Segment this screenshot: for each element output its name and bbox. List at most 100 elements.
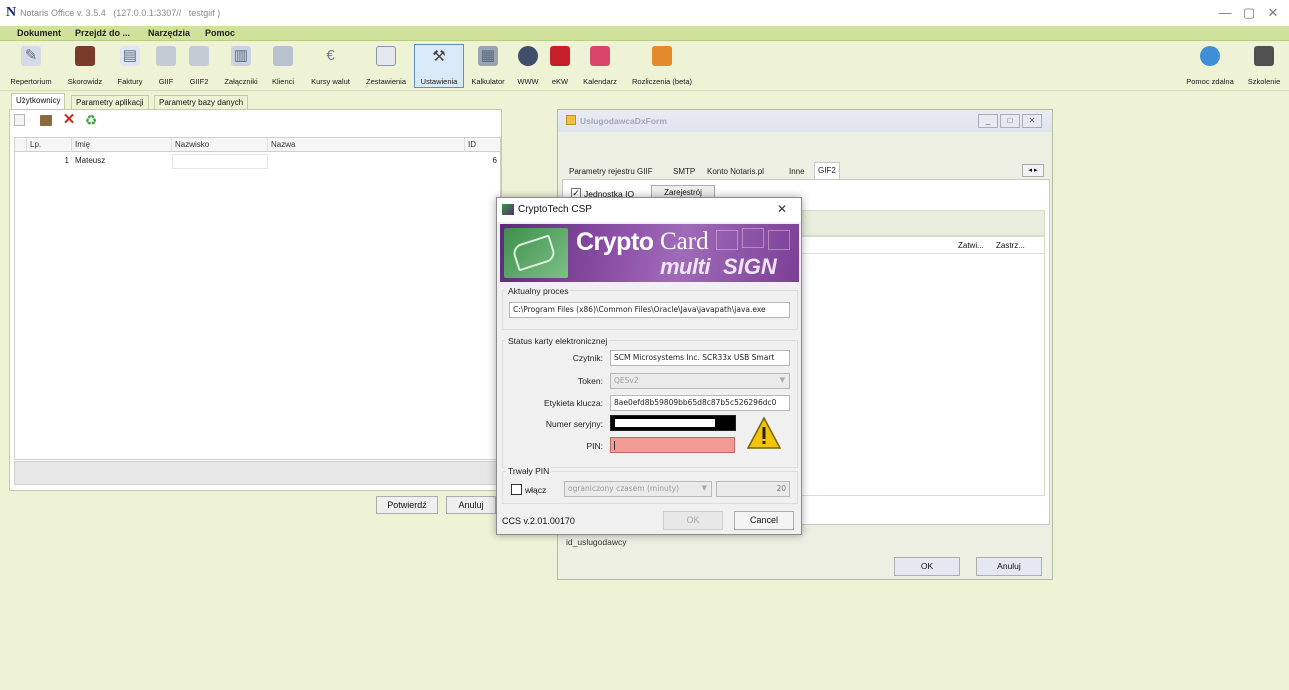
cryptocard-banner: Crypto Card multi SIGN bbox=[500, 224, 799, 282]
toolbar-ekw-button[interactable]: eKW bbox=[545, 44, 575, 88]
refresh-icon[interactable]: ♻ bbox=[84, 113, 98, 127]
toolbar-faktury-button[interactable]: ▤ Faktury bbox=[111, 44, 149, 88]
toolbar-ustawienia-button[interactable]: ⚒ Ustawienia bbox=[414, 44, 464, 88]
form-icon bbox=[566, 115, 576, 125]
main-toolbar: ✎ Repertorium Skorowidz ▤ Faktury GIIF G… bbox=[0, 41, 1289, 91]
settings-icon: ⚒ bbox=[432, 48, 446, 65]
menu-dokument[interactable]: Dokument bbox=[17, 28, 61, 38]
toolbar-pomoc-zdalna-button[interactable]: Pomoc zdalna bbox=[1180, 44, 1240, 88]
toolbar-kursy-walut-button[interactable]: € Kursy walut bbox=[304, 44, 357, 88]
enable-label: włącz bbox=[525, 485, 547, 495]
clients-icon bbox=[273, 46, 293, 66]
key-label: Etykieta klucza: bbox=[543, 398, 603, 408]
toolbar-repertorium-button[interactable]: ✎ Repertorium bbox=[3, 44, 59, 88]
window-title: Notaris Office v. 3.5.4 (127.0.0.1:3307/… bbox=[20, 8, 221, 18]
uslugodawca-close-button[interactable]: ✕ bbox=[1022, 114, 1042, 128]
billing-icon bbox=[652, 46, 672, 66]
uslugodawca-cancel-button[interactable]: Anuluj bbox=[976, 557, 1042, 576]
users-grid: Lp. Imię Nazwisko Nazwa ID 1 Mateusz 6 bbox=[14, 137, 501, 460]
grid-footer bbox=[14, 461, 501, 485]
toolbar-klienci-button[interactable]: Klienci bbox=[266, 44, 300, 88]
id-uslugodawcy-label: id_uslugodawcy bbox=[566, 537, 627, 547]
menu-narzedzia[interactable]: Narzędzia bbox=[148, 28, 190, 38]
table-row[interactable]: 1 Mateusz 6 bbox=[15, 153, 500, 169]
column-header-zastrzezone[interactable]: Zastrz... bbox=[996, 241, 1025, 250]
clapperboard-icon bbox=[1254, 46, 1274, 66]
toolbar-kalendarz-button[interactable]: Kalendarz bbox=[578, 44, 622, 88]
grid-corner bbox=[15, 138, 27, 152]
column-header-nazwisko[interactable]: Nazwisko bbox=[172, 138, 268, 152]
maximize-button[interactable]: ▢ bbox=[1238, 4, 1260, 22]
tab-smtp[interactable]: SMTP bbox=[670, 164, 698, 180]
tab-parametry-rejestru-giif[interactable]: Parametry rejestru GIIF bbox=[566, 164, 656, 180]
limit-minutes-field: 20 bbox=[716, 481, 790, 497]
warning-icon bbox=[746, 416, 782, 449]
confirm-button[interactable]: Potwierdź bbox=[376, 496, 438, 514]
tab-parametry-bazy-danych[interactable]: Parametry bazy danych bbox=[154, 95, 249, 109]
column-header-imie[interactable]: Imię bbox=[72, 138, 172, 152]
menu-przejdz-do[interactable]: Przejdź do ... bbox=[75, 28, 130, 38]
crypto-cancel-button[interactable]: Cancel bbox=[734, 511, 794, 530]
cell-nazwisko[interactable] bbox=[172, 154, 268, 169]
tab-scroll-arrows[interactable]: ◂ ▸ bbox=[1022, 164, 1044, 177]
toolbar-zalaczniki-button[interactable]: ▥ Załączniki bbox=[219, 44, 263, 88]
token-value: QESv2 bbox=[614, 376, 639, 385]
column-header-nazwa[interactable]: Nazwa bbox=[268, 138, 465, 152]
banner-multi-text: multi bbox=[660, 254, 711, 279]
cryptotech-app-icon bbox=[502, 204, 514, 215]
process-group-label: Aktualny proces bbox=[506, 286, 571, 296]
cryptotech-close-button[interactable]: ✕ bbox=[777, 202, 787, 216]
decor-square bbox=[742, 228, 764, 248]
tab-inne[interactable]: Inne bbox=[786, 164, 808, 180]
token-select: QESv2 ▼ bbox=[610, 373, 790, 389]
cancel-button[interactable]: Anuluj bbox=[446, 496, 496, 514]
tab-uzytkownicy[interactable]: Użytkownicy bbox=[11, 93, 66, 109]
toolbar-www-button[interactable]: WWW bbox=[513, 44, 543, 88]
uslugodawca-maximize-button[interactable]: □ bbox=[1000, 114, 1020, 128]
chevron-down-icon: ▼ bbox=[779, 376, 785, 384]
column-header-zatwierdzone[interactable]: Zatwi... bbox=[958, 241, 984, 250]
column-header-id[interactable]: ID bbox=[465, 138, 500, 152]
minimize-button[interactable]: — bbox=[1214, 4, 1236, 22]
toolbar-kalkulator-button[interactable]: ▦ Kalkulator bbox=[466, 44, 510, 88]
tab-parametry-aplikacji[interactable]: Parametry aplikacji bbox=[71, 95, 149, 109]
toolbar-rozliczenia-button[interactable]: Rozliczenia (beta) bbox=[623, 44, 701, 88]
notaris-logo-icon: N bbox=[6, 5, 17, 20]
crypto-ok-button[interactable]: OK bbox=[663, 511, 723, 530]
limit-select: ograniczony czasem (minuty) ▼ bbox=[564, 481, 712, 497]
window-title-bar: N Notaris Office v. 3.5.4 (127.0.0.1:330… bbox=[0, 0, 1289, 26]
serial-number-redacted bbox=[610, 415, 736, 431]
uslugodawca-minimize-button[interactable]: _ bbox=[978, 114, 998, 128]
card-graphic-icon bbox=[504, 228, 568, 278]
grid-toolbar: ✕ ♻ bbox=[14, 112, 134, 131]
toolbar-giif2-button[interactable]: GIIF2 bbox=[183, 44, 215, 88]
open-record-icon[interactable] bbox=[40, 115, 52, 126]
token-label: Token: bbox=[577, 376, 603, 386]
banner-sign-text: SIGN bbox=[723, 254, 777, 279]
pin-label: PIN: bbox=[586, 441, 603, 451]
pin-input[interactable] bbox=[610, 437, 735, 453]
reader-label: Czytnik: bbox=[572, 353, 603, 363]
toolbar-giif-button[interactable]: GIIF bbox=[153, 44, 179, 88]
menu-pomoc[interactable]: Pomoc bbox=[205, 28, 235, 38]
column-header-lp[interactable]: Lp. bbox=[27, 138, 72, 152]
enable-persistent-pin-checkbox[interactable] bbox=[511, 484, 522, 495]
text-cursor bbox=[614, 441, 615, 450]
tab-konto-notaris[interactable]: Konto Notaris.pl bbox=[704, 164, 767, 180]
uslugodawca-title: UslugodawcaDxForm bbox=[580, 116, 667, 126]
folder-icon bbox=[189, 46, 209, 66]
banner-crypto-text: Crypto bbox=[576, 228, 654, 256]
toolbar-szkolenie-button[interactable]: Szkolenie bbox=[1242, 44, 1286, 88]
delete-icon[interactable]: ✕ bbox=[62, 112, 76, 127]
invoice-icon: ▤ bbox=[120, 46, 140, 66]
banner-card-text: Card bbox=[660, 228, 709, 255]
globe-icon bbox=[518, 46, 538, 66]
close-window-button[interactable]: ✕ bbox=[1262, 4, 1284, 22]
new-record-icon[interactable] bbox=[14, 114, 25, 126]
folder-icon bbox=[156, 46, 176, 66]
tab-gif2[interactable]: GIF2 bbox=[814, 162, 840, 180]
toolbar-skorowidz-button[interactable]: Skorowidz bbox=[62, 44, 108, 88]
toolbar-zestawienia-button[interactable]: Zestawienia bbox=[360, 44, 412, 88]
hand-card-graphic bbox=[510, 234, 558, 272]
uslugodawca-ok-button[interactable]: OK bbox=[894, 557, 960, 576]
